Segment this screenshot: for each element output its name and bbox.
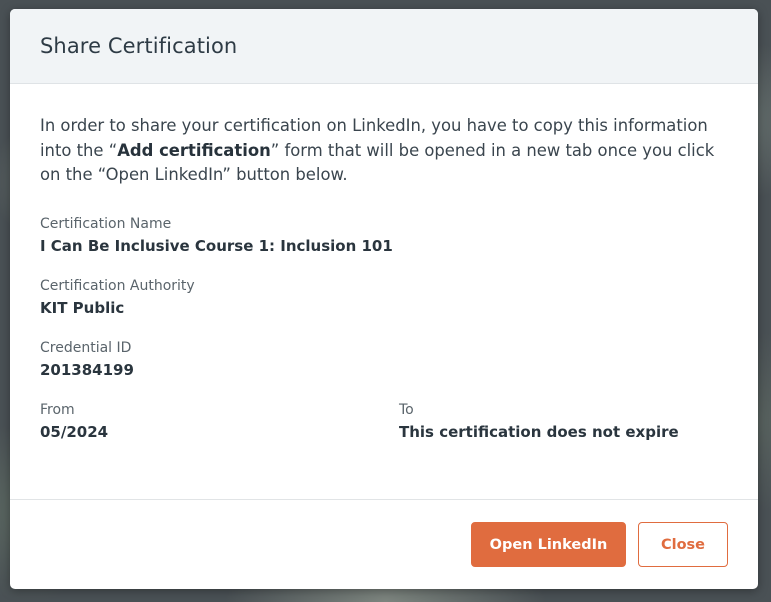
certification-name-value: I Can Be Inclusive Course 1: Inclusion 1… bbox=[40, 236, 393, 255]
date-range-row: From 05/2024 To This certification does … bbox=[40, 401, 728, 463]
certification-authority-label: Certification Authority bbox=[40, 277, 195, 294]
dialog-body: In order to share your certification on … bbox=[10, 84, 758, 500]
share-certification-dialog: Share Certification In order to share yo… bbox=[10, 9, 758, 589]
certification-name-field: Certification Name I Can Be Inclusive Co… bbox=[40, 215, 728, 256]
dialog-title: Share Certification bbox=[40, 34, 238, 58]
close-button[interactable]: Close bbox=[638, 522, 728, 567]
from-label: From bbox=[40, 401, 75, 418]
credential-id-field: Credential ID 201384199 bbox=[40, 339, 728, 380]
to-field: To This certification does not expire bbox=[399, 401, 679, 442]
instructions-text-bold: Add certification bbox=[117, 140, 271, 160]
credential-id-label: Credential ID bbox=[40, 339, 132, 356]
credential-id-value: 201384199 bbox=[40, 360, 134, 379]
dialog-header: Share Certification bbox=[10, 9, 758, 84]
dialog-footer: Open LinkedIn Close bbox=[10, 500, 758, 588]
certification-name-label: Certification Name bbox=[40, 215, 172, 232]
certification-authority-field: Certification Authority KIT Public bbox=[40, 277, 728, 318]
from-value: 05/2024 bbox=[40, 422, 109, 441]
instructions-text: In order to share your certification on … bbox=[40, 114, 730, 188]
from-field: From 05/2024 bbox=[40, 401, 399, 442]
to-value: This certification does not expire bbox=[399, 422, 679, 441]
certification-authority-value: KIT Public bbox=[40, 298, 125, 317]
to-label: To bbox=[399, 401, 414, 418]
open-linkedin-button[interactable]: Open LinkedIn bbox=[471, 522, 626, 567]
